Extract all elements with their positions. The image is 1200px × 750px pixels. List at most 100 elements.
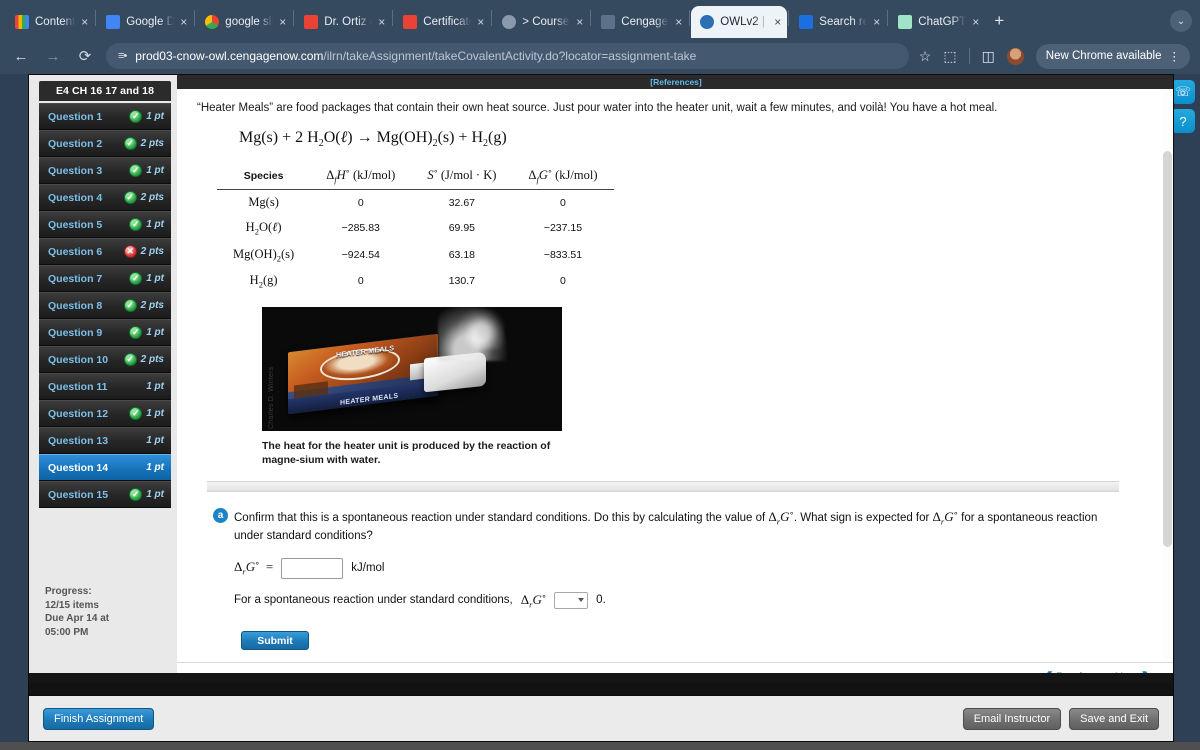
browser-tab[interactable]: Google Do ×: [97, 6, 193, 38]
browser-window: Content×Google Do×google slid×Dr. Ortiz …: [0, 0, 1200, 750]
question-label: Question 4: [48, 191, 103, 204]
browser-tab[interactable]: OWLv2 | C ×: [691, 6, 788, 38]
table-row: Mg(OH)2(s) −924.54 63.18 −833.51: [217, 242, 614, 269]
question-label: Question 7: [48, 272, 103, 285]
address-bar[interactable]: ≡• prod03-cnow-owl.cengagenow.com/ilrn/t…: [106, 43, 909, 69]
site-settings-icon[interactable]: ≡•: [118, 50, 127, 62]
sidebar-item-question-4[interactable]: Question 4 ✓ 2 pts: [39, 184, 171, 211]
blank-icon: [601, 15, 616, 29]
tab-separator: [491, 10, 493, 26]
col-delta-gf: ΔfG˚ (kJ/mol): [512, 164, 614, 191]
back-arrow-icon[interactable]: ←: [10, 45, 32, 67]
profile-avatar[interactable]: [1006, 47, 1024, 65]
browser-tab[interactable]: > Course b ×: [493, 6, 589, 38]
tab-search-chevron-down-icon[interactable]: ⌄: [1170, 10, 1192, 32]
sidebar-item-question-15[interactable]: Question 15 ✓ 1 pt: [39, 481, 171, 508]
cell-delta-gf: 0: [560, 275, 566, 288]
reload-icon[interactable]: ⟳: [74, 45, 96, 67]
chrome-update-pill[interactable]: New Chrome available ⋮: [1035, 43, 1190, 69]
tab-title: google slid: [225, 16, 273, 28]
browser-tab[interactable]: ChatGPT ×: [889, 6, 985, 38]
google-chrome-icon: [205, 15, 220, 29]
assignment-action-bar: Finish Assignment Email Instructor Save …: [28, 696, 1174, 742]
sidebar-item-question-5[interactable]: Question 5 ✓ 1 pt: [39, 211, 171, 238]
question-content-area: [References] “Heater Meals” are food pac…: [177, 75, 1173, 695]
sidebar-item-question-7[interactable]: Question 7 ✓ 1 pt: [39, 265, 171, 292]
omnibox-toolbar: ← → ⟳ ≡• prod03-cnow-owl.cengagenow.com/…: [0, 38, 1200, 74]
browser-tab[interactable]: Cengage L ×: [592, 6, 688, 38]
panel-bottom-fill: [29, 673, 1173, 683]
tab-title: Certificate: [423, 16, 472, 28]
sidebar-item-question-13[interactable]: Question 13 1 pt: [39, 427, 171, 454]
question-label: Question 8: [48, 299, 103, 312]
close-icon[interactable]: ×: [576, 16, 583, 28]
side-panel-icon[interactable]: ⬚: [943, 48, 956, 65]
sidebar-item-question-2[interactable]: Question 2 ✓ 2 pts: [39, 130, 171, 157]
sidebar-item-question-14[interactable]: Question 14 1 pt: [39, 454, 171, 481]
sidebar-item-question-12[interactable]: Question 12 ✓ 1 pt: [39, 400, 171, 427]
browser-tab[interactable]: google slid ×: [196, 6, 292, 38]
new-tab-button[interactable]: +: [985, 11, 1013, 38]
question-points: 1 pt: [146, 381, 164, 392]
split-view-icon[interactable]: ◫: [982, 48, 995, 65]
question-sidebar: E4 CH 16 17 and 18 Question 1 ✓ 1 pt Questi…: [29, 75, 177, 695]
correct-status-icon: ✓: [129, 326, 143, 339]
reaction-equation: Mg(s) + 2 H2O(ℓ) → Mg(OH)2(s) + H2(g): [239, 128, 507, 149]
answer-field-label: ΔrG˚ =: [234, 559, 274, 577]
part-letter-badge: a: [213, 508, 228, 524]
sidebar-item-question-11[interactable]: Question 11 1 pt: [39, 373, 171, 400]
cell-entropy: 69.95: [448, 222, 475, 235]
save-and-exit-button[interactable]: Save and Exit: [1069, 707, 1159, 730]
right-gutter: [1172, 74, 1200, 750]
close-icon[interactable]: ×: [378, 16, 385, 28]
tab-title: ChatGPT: [918, 16, 967, 28]
correct-status-icon: ✓: [123, 353, 137, 366]
tab-title: OWLv2 | C: [720, 16, 768, 28]
browser-menu-dots-icon[interactable]: ⋮: [1169, 49, 1181, 63]
close-icon[interactable]: ×: [972, 16, 979, 28]
sidebar-item-question-8[interactable]: Question 8 ✓ 2 pts: [39, 292, 171, 319]
close-icon[interactable]: ×: [774, 16, 781, 28]
tab-separator: [293, 10, 295, 26]
email-instructor-button[interactable]: Email Instructor: [962, 707, 1062, 730]
content-scrollbar[interactable]: [1163, 93, 1172, 659]
finish-assignment-button[interactable]: Finish Assignment: [43, 707, 155, 730]
sidebar-item-question-10[interactable]: Question 10 ✓ 2 pts: [39, 346, 171, 373]
delta-g-input[interactable]: [281, 557, 344, 579]
browser-tab[interactable]: Certificate ×: [394, 6, 490, 38]
bookmark-star-icon[interactable]: ☆: [919, 48, 932, 65]
support-headset-icon[interactable]: ☏: [1171, 80, 1195, 104]
sidebar-item-question-1[interactable]: Question 1 ✓ 1 pt: [39, 103, 171, 130]
submit-bar: Submit: [241, 631, 1119, 651]
tab-separator: [194, 10, 196, 26]
bing-icon: [799, 15, 814, 29]
cell-delta-hf: −285.83: [341, 222, 380, 235]
sidebar-item-question-3[interactable]: Question 3 ✓ 1 pt: [39, 157, 171, 184]
submit-button[interactable]: Submit: [241, 631, 309, 651]
browser-tab[interactable]: Content ×: [6, 6, 94, 38]
browser-tab[interactable]: Dr. Ortiz a ×: [295, 6, 391, 38]
correct-status-icon: ✓: [129, 110, 143, 123]
question-points: 1 pt: [146, 408, 164, 419]
cell-delta-hf: 0: [357, 275, 364, 288]
sidebar-item-question-9[interactable]: Question 9 ✓ 1 pt: [39, 319, 171, 346]
references-link[interactable]: [References]: [650, 77, 702, 87]
forward-arrow-icon[interactable]: →: [42, 45, 64, 67]
close-icon[interactable]: ×: [477, 16, 484, 28]
cell-delta-gf: −237.15: [543, 222, 583, 235]
close-icon[interactable]: ×: [81, 16, 88, 28]
close-icon[interactable]: ×: [675, 16, 682, 28]
tab-separator: [95, 10, 97, 26]
sidebar-item-question-6[interactable]: Question 6 ✕ 2 pts: [39, 238, 171, 265]
sign-dropdown[interactable]: [554, 591, 589, 609]
references-bar[interactable]: [References]: [177, 75, 1173, 89]
action-bar-right-buttons: Email Instructor Save and Exit: [962, 707, 1159, 730]
browser-tab[interactable]: Search res ×: [790, 6, 886, 38]
content-scrollbar-thumb[interactable]: [1163, 151, 1172, 547]
close-icon[interactable]: ×: [873, 16, 880, 28]
correct-status-icon: ✓: [129, 272, 143, 285]
cell-delta-gf: 0: [560, 196, 566, 209]
close-icon[interactable]: ×: [180, 16, 187, 28]
help-question-icon[interactable]: ?: [1171, 109, 1195, 133]
close-icon[interactable]: ×: [279, 16, 286, 28]
